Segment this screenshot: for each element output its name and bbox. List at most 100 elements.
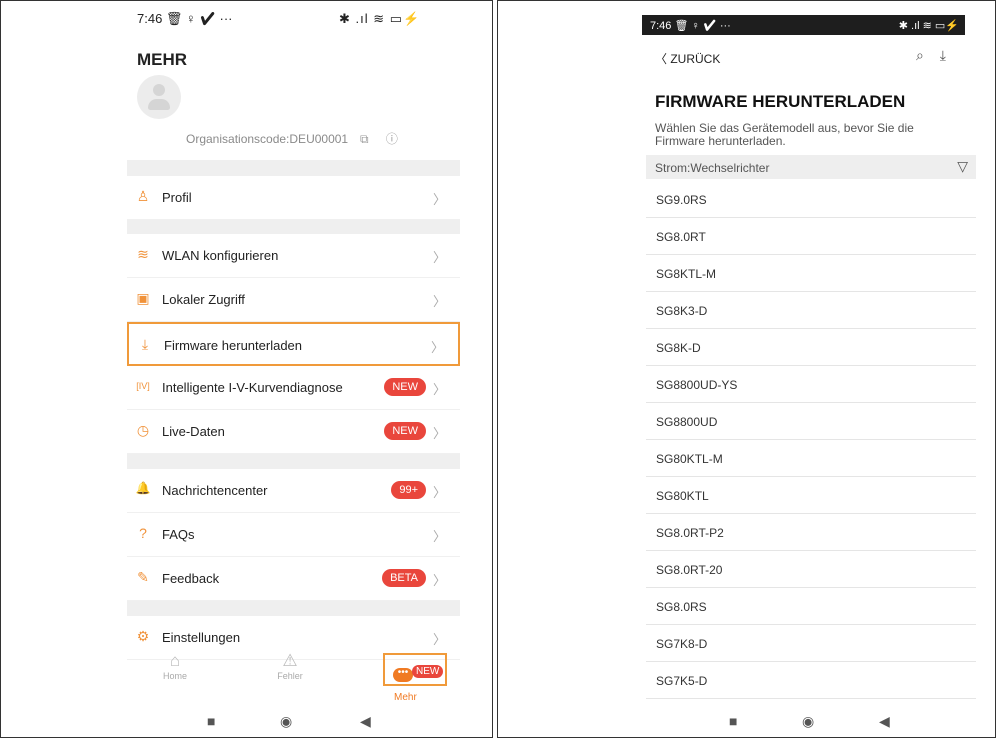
menu-item-local-access[interactable]: ▣ Lokaler Zugriff 〉 (127, 278, 460, 322)
list-item[interactable]: SG8K3-D (646, 292, 976, 329)
page-title: MEHR (137, 50, 188, 69)
download-icon: ⤓ (141, 336, 149, 352)
model-name: SG8K3-D (656, 304, 708, 318)
org-icons: ⧉ ⓘ (360, 130, 412, 147)
recents-square-icon[interactable]: ■ (729, 713, 737, 729)
chevron-right-icon: 〉 (432, 382, 446, 397)
back-button[interactable]: 〈 ZURÜCK (655, 50, 720, 67)
menu-label: Intelligente I-V-Kurvendiagnose (162, 380, 343, 395)
status-icons: ✱ .ıl ≋ ▭⚡ (898, 20, 959, 32)
filter-label: Strom:Wechselrichter (655, 161, 770, 175)
menu-item-profil[interactable]: ♙ Profil 〉 (127, 176, 460, 220)
info-icon[interactable]: ⓘ (386, 132, 398, 146)
list-item[interactable]: SG8.0RT-P2 (646, 514, 976, 551)
tab-home[interactable]: ⌂ Home (145, 651, 205, 681)
menu-item-feedback[interactable]: ✎ Feedback BETA 〉 (127, 557, 460, 601)
avatar[interactable] (137, 75, 181, 119)
tab-fehler[interactable]: ⚠ Fehler (260, 651, 320, 681)
page-description: Wählen Sie das Gerätemodell aus, bevor S… (655, 121, 914, 148)
menu-item-firmware-download[interactable]: ⤓ Firmware herunterladen 〉 (127, 322, 460, 366)
list-item[interactable]: SG80KTL (646, 477, 976, 514)
menu-item-wlan[interactable]: ≋ WLAN konfigurieren 〉 (127, 234, 460, 278)
model-name: SG8KTL-M (656, 267, 717, 281)
list-item[interactable]: SG8K-D (646, 329, 976, 366)
status-bar: 7:46 🗑 ♀ ✔ ··· ✱ .ıl ≋ ▭⚡ (642, 15, 965, 35)
status-bar: 7:46 🗑 ♀ ✔ ··· ✱ .ıl ≋ ▭⚡ (1, 1, 492, 37)
more-dots-icon: ••• (393, 668, 413, 682)
section-divider (127, 160, 460, 176)
menu-label: Feedback (162, 571, 220, 586)
recents-square-icon[interactable]: ■ (207, 713, 215, 729)
status-time: 7:46 🗑 ♀ ✔ ··· (650, 20, 731, 32)
list-item[interactable]: SG8.0RT (646, 218, 976, 255)
list-item[interactable]: SG8800UD-YS (646, 366, 976, 403)
organisation-code: Organisationscode:DEU00001 (186, 132, 349, 146)
menu-label: WLAN konfigurieren (162, 248, 279, 263)
page-title: FIRMWARE HERUNTERLADEN (655, 92, 906, 111)
model-name: SG8.0RT (656, 230, 706, 244)
chevron-right-icon: 〉 (432, 632, 446, 647)
model-name: SG7K5-D (656, 674, 708, 688)
menu-label: Profil (162, 190, 192, 205)
right-screen: 7:46 🗑 ♀ ✔ ··· ✱ .ıl ≋ ▭⚡ 〈 ZURÜCK ⌕ ⤓ F… (497, 0, 996, 738)
chevron-right-icon: 〉 (430, 340, 444, 355)
list-item[interactable]: SG8.0RT-20 (646, 551, 976, 588)
model-name: SG8K-D (656, 341, 701, 355)
back-triangle-icon[interactable]: ◀ (360, 713, 371, 730)
section-divider (127, 220, 460, 234)
model-name: SG8.0RS (656, 600, 707, 614)
chevron-right-icon: 〉 (432, 192, 446, 207)
filter-icon[interactable]: ▽ (957, 158, 968, 175)
chevron-right-icon: 〉 (432, 485, 446, 500)
menu-item-message-center[interactable]: 🔔 Nachrichtencenter 99+ 〉 (127, 469, 460, 513)
menu-label: Einstellungen (162, 630, 241, 645)
list-item[interactable]: SG8800UD (646, 403, 976, 440)
section-divider (127, 601, 460, 616)
download-icon[interactable]: ⤓ (940, 47, 946, 63)
list-item[interactable]: SG8.0RS (646, 588, 976, 625)
list-item[interactable]: SG8KTL-M (646, 255, 976, 292)
chevron-right-icon: 〉 (432, 529, 446, 544)
android-nav-bar: ■ ◉ ◀ (498, 713, 995, 733)
person-icon: ♙ (136, 188, 150, 204)
menu-label: Firmware herunterladen (164, 338, 303, 353)
header-actions: ⌕ ⤓ (916, 47, 958, 64)
back-triangle-icon[interactable]: ◀ (879, 713, 890, 730)
beta-badge: BETA (382, 569, 426, 587)
bell-icon: 🔔 (135, 481, 151, 495)
gear-icon: ⚙ (136, 628, 150, 644)
home-circle-icon[interactable]: ◉ (280, 713, 292, 730)
menu-label: Live-Daten (162, 424, 225, 439)
list-item[interactable]: SG80KTL-M (646, 440, 976, 477)
model-name: SG8800UD (656, 415, 718, 429)
menu-label: Lokaler Zugriff (162, 292, 245, 307)
filter-bar[interactable]: Strom:Wechselrichter ▽ (646, 155, 976, 179)
model-name: SG8.0RT-20 (656, 563, 723, 577)
section-divider (127, 454, 460, 469)
model-name: SG8800UD-YS (656, 378, 738, 392)
question-icon: ? (139, 525, 147, 541)
feedback-icon: ✎ (137, 569, 149, 585)
tab-label: Mehr (394, 692, 417, 703)
menu-item-faqs[interactable]: ? FAQs 〉 (127, 513, 460, 557)
copy-icon[interactable]: ⧉ (360, 132, 369, 146)
new-badge: NEW (412, 665, 444, 678)
iv-curve-icon: [IV] (136, 381, 150, 391)
new-badge: NEW (384, 422, 426, 440)
home-circle-icon[interactable]: ◉ (802, 713, 814, 730)
menu-item-iv-curve[interactable]: [IV] Intelligente I-V-Kurvendiagnose NEW… (127, 366, 460, 410)
menu-label: FAQs (162, 527, 195, 542)
tab-label: Home (162, 671, 187, 681)
list-item[interactable]: SG7K5-D (646, 662, 976, 699)
list-item[interactable]: SG7K8-D (646, 625, 976, 662)
menu-item-live-data[interactable]: ◷ Live-Daten NEW 〉 (127, 410, 460, 454)
status-time: 7:46 🗑 ♀ ✔ ··· (137, 11, 233, 26)
chevron-right-icon: 〉 (432, 573, 446, 588)
status-icons: ✱ .ıl ≋ ▭⚡ (339, 11, 421, 26)
local-access-icon: ▣ (136, 290, 150, 306)
search-icon[interactable]: ⌕ (916, 47, 924, 63)
left-screen: 7:46 🗑 ♀ ✔ ··· ✱ .ıl ≋ ▭⚡ MEHR Organisat… (0, 0, 493, 738)
count-badge: 99+ (391, 481, 426, 499)
list-item[interactable]: SG9.0RS (646, 181, 976, 218)
avatar-body (148, 99, 170, 110)
